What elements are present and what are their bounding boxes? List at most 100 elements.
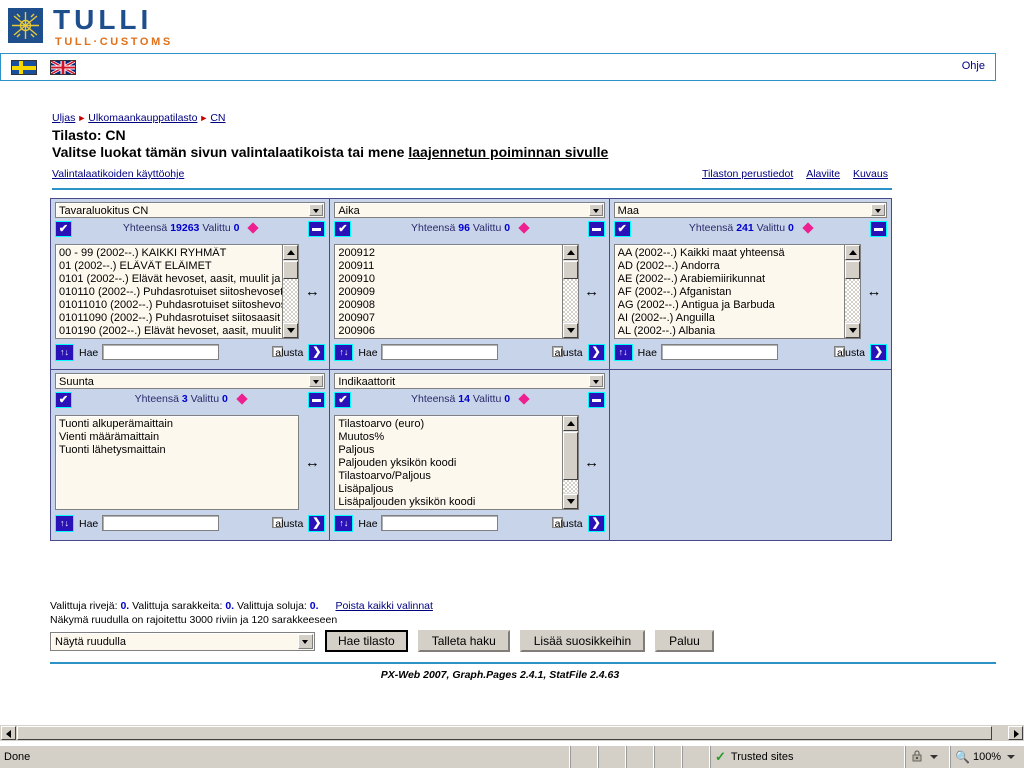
- swedish-flag-icon[interactable]: [11, 60, 37, 75]
- security-zone-indicator[interactable]: ✓ Trusted sites: [710, 746, 905, 768]
- search-input-4[interactable]: [381, 515, 499, 531]
- list-item[interactable]: Muutos%: [338, 431, 577, 444]
- variable-title-select-0[interactable]: Tavaraluokitus CN: [55, 202, 326, 218]
- link-tilaston-perustiedot[interactable]: Tilaston perustiedot: [702, 168, 793, 180]
- variable-title-select-1[interactable]: Aika: [334, 202, 605, 218]
- advanced-selection-link[interactable]: laajennetun poiminnan sivulle: [408, 144, 608, 160]
- breadcrumb-item-cn[interactable]: CN: [210, 112, 225, 124]
- list-item[interactable]: Vienti määrämaittain: [59, 431, 298, 444]
- list-item[interactable]: 200910: [338, 273, 577, 286]
- list-item[interactable]: AE (2002--.) Arabiemiirikunnat: [618, 273, 860, 286]
- scroll-thumb-1[interactable]: [562, 261, 578, 279]
- list-item[interactable]: AD (2002--.) Andorra: [618, 260, 860, 273]
- diamond-icon-1[interactable]: [518, 222, 530, 234]
- scroll-track-0[interactable]: [283, 279, 299, 322]
- deselect-button-4[interactable]: [587, 392, 605, 408]
- listbox-scrollbar-0[interactable]: [282, 245, 299, 338]
- list-item[interactable]: 00 - 99 (2002--.) KAIKKI RYHMÄT: [59, 247, 298, 260]
- list-item[interactable]: Paljouden yksikön koodi: [338, 457, 577, 470]
- deselect-button-0[interactable]: [308, 221, 326, 237]
- hscroll-thumb[interactable]: [17, 726, 992, 740]
- zoom-control[interactable]: 🔍 100%: [950, 746, 1024, 768]
- variable-listbox-0[interactable]: 00 - 99 (2002--.) KAIKKI RYHMÄT 01 (2002…: [55, 244, 300, 339]
- back-button[interactable]: Paluu: [655, 630, 714, 652]
- breadcrumb-item-uljas[interactable]: Uljas: [52, 112, 75, 124]
- list-item[interactable]: 200906: [338, 325, 577, 338]
- scroll-up-arrow-icon-2[interactable]: [844, 245, 860, 260]
- fetch-statistic-button[interactable]: Hae tilasto: [325, 630, 408, 652]
- list-item[interactable]: Tuonti alkuperämaittain: [59, 418, 298, 431]
- search-go-button-1[interactable]: ❯: [587, 344, 605, 361]
- scroll-down-arrow-icon-4[interactable]: [562, 494, 578, 509]
- scroll-thumb-2[interactable]: [844, 261, 860, 279]
- list-item[interactable]: 200911: [338, 260, 577, 273]
- search-input-1[interactable]: [381, 344, 499, 360]
- help-link-ohje[interactable]: Ohje: [962, 60, 985, 72]
- resize-handle-2[interactable]: ↔: [861, 244, 887, 339]
- chevron-down-icon-3[interactable]: [309, 375, 324, 387]
- sort-button-4[interactable]: ↑↓: [334, 515, 354, 532]
- deselect-button-1[interactable]: [587, 221, 605, 237]
- sort-button-3[interactable]: ↑↓: [55, 515, 74, 532]
- list-item[interactable]: 01011010 (2002--.) Puhdasrotuiset siitos…: [59, 299, 298, 312]
- chevron-down-icon-1[interactable]: [588, 204, 603, 216]
- list-item[interactable]: 0101 (2002--.) Elävät hevoset, aasit, mu…: [59, 273, 298, 286]
- diamond-icon-4[interactable]: [518, 393, 530, 405]
- list-item[interactable]: AA (2002--.) Kaikki maat yhteensä: [618, 247, 860, 260]
- link-alaviite[interactable]: Alaviite: [806, 168, 840, 180]
- search-input-2[interactable]: [660, 344, 778, 360]
- list-item[interactable]: 200909: [338, 286, 577, 299]
- listbox-scrollbar-1[interactable]: [561, 245, 578, 338]
- search-input-3[interactable]: [102, 515, 219, 531]
- search-go-button-0[interactable]: ❯: [308, 344, 326, 361]
- resize-handle-4[interactable]: ↔: [579, 415, 605, 510]
- resize-handle-1[interactable]: ↔: [579, 244, 605, 339]
- diamond-icon-2[interactable]: [802, 222, 814, 234]
- deselect-button-3[interactable]: [308, 392, 326, 408]
- variable-listbox-4[interactable]: Tilastoarvo (euro) Muutos% Paljous Paljo…: [334, 415, 579, 510]
- sort-button-1[interactable]: ↑↓: [334, 344, 354, 361]
- scroll-down-arrow-icon-2[interactable]: [844, 323, 860, 338]
- resize-handle-3[interactable]: ↔: [299, 415, 325, 510]
- list-item[interactable]: Lisäpaljous: [338, 483, 577, 496]
- breadcrumb-item-ulkomaankauppatilasto[interactable]: Ulkomaankauppatilasto: [88, 112, 197, 124]
- list-item[interactable]: 010190 (2002--.) Elävät hevoset, aasit, …: [59, 325, 298, 338]
- chevron-down-icon-output[interactable]: [298, 633, 313, 649]
- variable-listbox-2[interactable]: AA (2002--.) Kaikki maat yhteensä AD (20…: [613, 244, 861, 339]
- privacy-lock-indicator[interactable]: [905, 746, 950, 768]
- output-format-select[interactable]: Näytä ruudulla: [50, 631, 315, 651]
- list-item[interactable]: AL (2002--.) Albania: [618, 325, 860, 338]
- list-item[interactable]: Paljous: [338, 444, 577, 457]
- chevron-down-icon-zoom[interactable]: [1007, 755, 1016, 759]
- resize-handle-0[interactable]: ↔: [299, 244, 325, 339]
- scroll-track-1[interactable]: [562, 279, 578, 322]
- selection-help-link[interactable]: Valintalaatikoiden käyttöohje: [52, 168, 184, 180]
- scroll-up-arrow-icon-1[interactable]: [562, 245, 578, 260]
- list-item[interactable]: 200908: [338, 299, 577, 312]
- list-item[interactable]: AI (2002--.) Anguilla: [618, 312, 860, 325]
- scroll-track-2[interactable]: [844, 279, 860, 322]
- chevron-down-icon-2[interactable]: [870, 204, 885, 216]
- scroll-right-arrow-icon[interactable]: [1008, 726, 1023, 740]
- list-item[interactable]: Tilastoarvo (euro): [338, 418, 577, 431]
- sort-button-2[interactable]: ↑↓: [613, 344, 633, 361]
- scroll-down-arrow-icon-0[interactable]: [283, 323, 299, 338]
- search-go-button-4[interactable]: ❯: [587, 515, 605, 532]
- scroll-left-arrow-icon[interactable]: [1, 726, 16, 740]
- diamond-icon-0[interactable]: [247, 222, 260, 234]
- list-item[interactable]: Tilastoarvo/Paljous: [338, 470, 577, 483]
- variable-title-select-2[interactable]: Maa: [613, 202, 887, 218]
- list-item[interactable]: AF (2002--.) Afganistan: [618, 286, 860, 299]
- variable-title-select-3[interactable]: Suunta: [55, 373, 326, 389]
- list-item[interactable]: 200912: [338, 247, 577, 260]
- scroll-up-arrow-icon-0[interactable]: [283, 245, 299, 260]
- listbox-scrollbar-4[interactable]: [561, 416, 578, 509]
- horizontal-scrollbar[interactable]: [0, 724, 1024, 741]
- list-item[interactable]: Lisäpaljouden yksikön koodi: [338, 496, 577, 509]
- link-kuvaus[interactable]: Kuvaus: [853, 168, 888, 180]
- list-item[interactable]: 01 (2002--.) ELÄVÄT ELÄIMET: [59, 260, 298, 273]
- chevron-down-icon-lock[interactable]: [930, 755, 938, 759]
- chevron-down-icon-0[interactable]: [309, 204, 324, 216]
- variable-title-select-4[interactable]: Indikaattorit: [334, 373, 605, 389]
- scroll-track-4[interactable]: [562, 480, 578, 493]
